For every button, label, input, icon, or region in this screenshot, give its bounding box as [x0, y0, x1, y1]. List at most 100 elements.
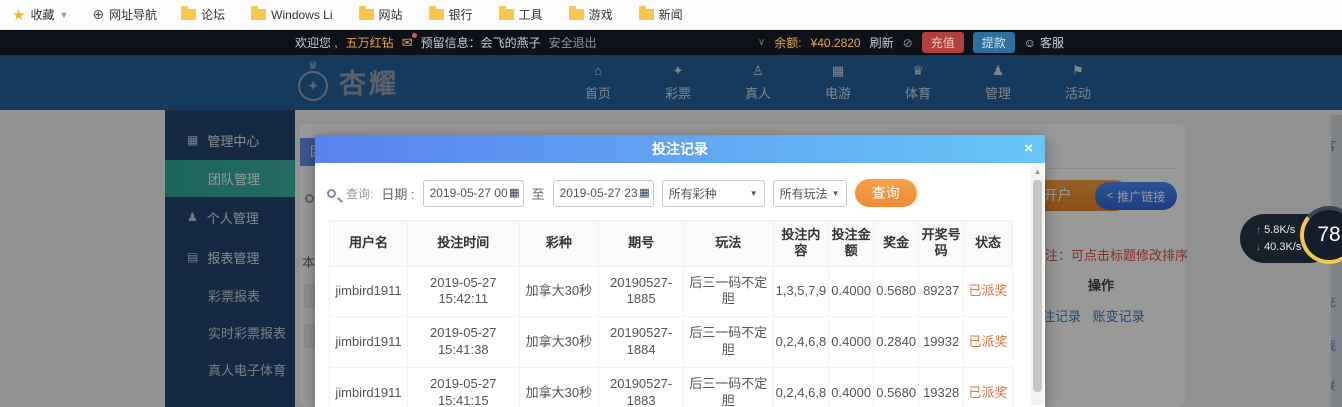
bookmark-folder[interactable]: 论坛	[181, 6, 225, 23]
eye-icon[interactable]: ⊘	[903, 36, 913, 50]
bookmark-folder-label: 银行	[448, 8, 473, 22]
bookmark-folder[interactable]: 新闻	[638, 6, 683, 23]
bookmark-folder-label: 论坛	[201, 8, 226, 22]
folder-icon	[358, 6, 374, 20]
table-row: jimbird1911 2019-05-27 15:42:11 加拿大30秒 2…	[329, 265, 1013, 318]
column-header[interactable]: 玩法	[683, 220, 774, 267]
select-arrow-icon: ▼	[831, 188, 840, 198]
lottery-type-select[interactable]: 所有彩种 ▼	[661, 179, 765, 207]
cell-status: 已派奖	[963, 316, 1013, 369]
folder-icon	[638, 6, 654, 20]
date-to-input[interactable]	[552, 179, 654, 207]
star-icon: ★	[12, 6, 26, 24]
refresh-link[interactable]: 刷新	[870, 34, 894, 51]
folder-icon	[568, 6, 584, 20]
cell-prize: 0.2840	[873, 316, 920, 369]
column-header[interactable]: 投注时间	[406, 220, 520, 267]
cell-issue: 20190527-1884	[598, 316, 685, 369]
net-score-value: 78	[1304, 210, 1342, 260]
bookmark-folder[interactable]: Windows Li	[251, 6, 333, 23]
bookmark-folder[interactable]: 网站	[358, 6, 403, 23]
cell-prize: 0.5680	[873, 367, 920, 407]
cell-amount: 0.4000	[828, 316, 875, 369]
withdraw-button[interactable]: 提款	[972, 32, 1015, 53]
bookmark-folder-label: 网站	[378, 8, 403, 22]
select-arrow-icon: ▼	[749, 188, 758, 198]
customer-service-link[interactable]: ☺ 客服	[1024, 34, 1064, 51]
balance-label: 余额:	[774, 36, 802, 50]
bet-record-table: 用户名 投注时间 彩种 期号 玩法 投注内容 投注金额 奖金 开奖号码 状态 jimbird191…	[329, 220, 1013, 407]
balance-amount: ¥40.2820	[810, 35, 861, 50]
play-type-select[interactable]: 所有玩法 ▼	[772, 179, 847, 207]
cell-play: 后三一码不定胆	[683, 367, 774, 407]
upload-arrow-icon: ↑	[1256, 225, 1261, 236]
bookmark-folder[interactable]: 银行	[428, 6, 473, 23]
account-topbar: 欢迎您 , 五万红钻 ✉ 预留信息：会飞的燕子 安全退出 ∨ 余额: ¥40.2…	[0, 30, 1342, 55]
cell-bet-time: 2019-05-27 15:41:15	[406, 367, 520, 407]
bookmark-folder[interactable]: 游戏	[568, 6, 613, 23]
query-button[interactable]: 查询	[854, 179, 917, 207]
globe-icon: ⊕	[92, 6, 105, 22]
column-header[interactable]: 状态	[963, 220, 1013, 267]
bookmark-folder-list: 论坛 Windows Li 网站 银行 工具 游戏 新闻	[181, 6, 683, 23]
bookmark-folder-label: Windows Li	[271, 7, 333, 22]
column-header[interactable]: 用户名	[329, 220, 408, 267]
cell-status: 已派奖	[963, 367, 1013, 407]
bet-record-modal: 投注记录 × 查询: 日期 : ▦ 至 ▦ 所有彩种 ▼ 所有玩法 ▼	[315, 135, 1045, 407]
upload-speed: 5.8K/s	[1264, 224, 1296, 236]
caret-down-icon: ▼	[59, 9, 69, 20]
column-header[interactable]: 彩种	[518, 220, 600, 267]
cell-content: 1,3,5,7,9	[772, 265, 830, 318]
date-from-wrap: ▦	[422, 179, 524, 207]
bookmark-label: 收藏	[30, 8, 55, 22]
folder-icon	[428, 6, 444, 20]
cell-username: jimbird1911	[329, 316, 408, 369]
topbar-right: ∨ 余额: ¥40.2820 刷新 ⊘ 充值 提款 ☺ 客服	[758, 32, 1064, 53]
cell-issue: 20190527-1883	[598, 367, 685, 407]
folder-icon	[181, 6, 197, 20]
date-to-wrap: ▦	[552, 179, 654, 207]
column-header[interactable]: 投注金额	[828, 220, 875, 267]
cell-status: 已派奖	[963, 265, 1013, 318]
column-header[interactable]: 奖金	[873, 220, 920, 267]
bookmark-nav-site[interactable]: ⊕ 网址导航	[92, 6, 157, 23]
query-label: 查询:	[346, 186, 374, 201]
cell-lottery: 加拿大30秒	[518, 367, 600, 407]
column-header[interactable]: 投注内容	[772, 220, 830, 267]
cell-play: 后三一码不定胆	[683, 265, 774, 318]
bookmarks-bar: ★ 收藏 ▼ ⊕ 网址导航 论坛 Windows Li 网站 银行 工具 游戏 …	[0, 0, 1342, 30]
column-header[interactable]: 开奖号码	[918, 220, 965, 267]
table-row: jimbird1911 2019-05-27 15:41:38 加拿大30秒 2…	[329, 316, 1013, 369]
bookmark-label: 网址导航	[109, 8, 158, 22]
cell-prize: 0.5680	[873, 265, 920, 318]
scrollbar-thumb[interactable]	[1033, 180, 1042, 392]
cell-play: 后三一码不定胆	[683, 316, 774, 369]
notification-dot	[411, 32, 417, 38]
play-type-value: 所有玩法	[779, 186, 828, 201]
cell-lottery: 加拿大30秒	[518, 265, 600, 318]
cell-issue: 20190527-1885	[598, 265, 685, 318]
close-icon[interactable]: ×	[1024, 135, 1033, 163]
date-from-input[interactable]	[422, 179, 524, 207]
cell-draw-number: 19328	[918, 367, 965, 407]
username[interactable]: 五万红钻	[346, 34, 394, 51]
service-label: 客服	[1039, 36, 1064, 50]
search-filter-row: 查询: 日期 : ▦ 至 ▦ 所有彩种 ▼ 所有玩法 ▼ 查询	[315, 163, 1045, 207]
mail-icon[interactable]: ✉	[402, 32, 417, 51]
logout-link[interactable]: 安全退出	[549, 34, 597, 51]
cell-amount: 0.4000	[828, 265, 875, 318]
scroll-up-icon[interactable]: ▲	[1031, 165, 1044, 179]
bookmark-folder-label: 工具	[518, 8, 543, 22]
cell-lottery: 加拿大30秒	[518, 316, 600, 369]
table-header-row: 用户名 投注时间 彩种 期号 玩法 投注内容 投注金额 奖金 开奖号码 状态	[329, 220, 1013, 267]
recharge-button[interactable]: 充值	[921, 32, 964, 53]
modal-scrollbar[interactable]: ▲	[1031, 165, 1044, 405]
bookmark-folder[interactable]: 工具	[498, 6, 543, 23]
cell-content: 0,2,4,6,8	[772, 316, 830, 369]
bookmark-folder-label: 游戏	[588, 8, 613, 22]
chevron-down-icon[interactable]: ∨	[758, 37, 765, 48]
modal-header[interactable]: 投注记录 ×	[315, 135, 1045, 163]
bookmark-favorites[interactable]: ★ 收藏 ▼	[12, 6, 68, 24]
column-header[interactable]: 期号	[598, 220, 685, 267]
folder-icon	[498, 6, 514, 20]
